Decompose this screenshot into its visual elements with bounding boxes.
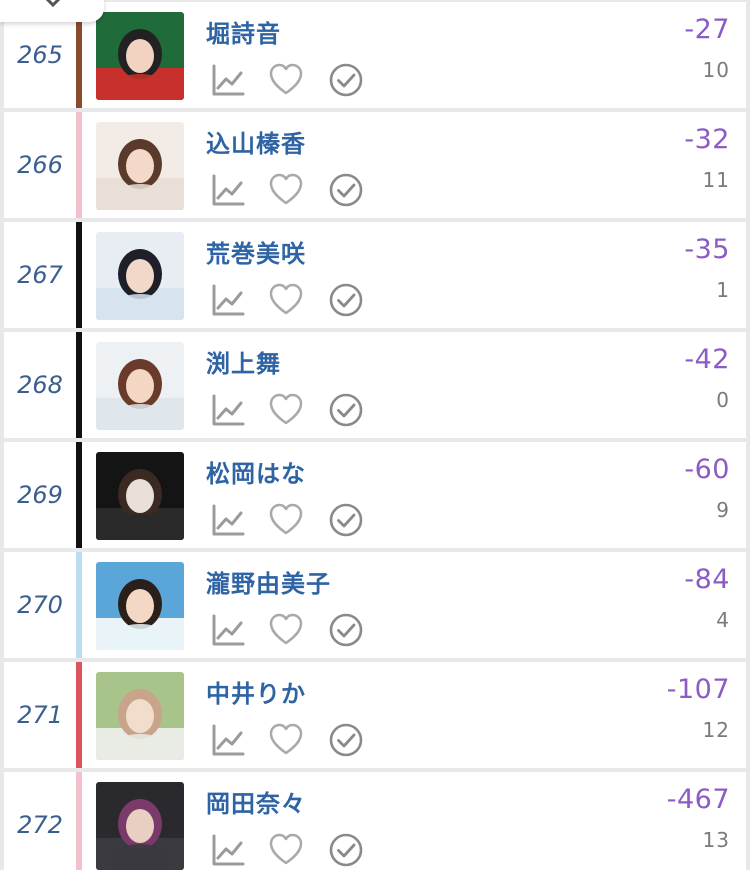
rank-number: 266 (17, 151, 63, 179)
check-circle-icon[interactable] (328, 62, 364, 98)
score-value: -42 (684, 344, 730, 375)
heart-icon[interactable] (268, 392, 304, 428)
ranking-row[interactable]: 267 荒巻美咲 -35 1 (4, 222, 746, 328)
member-photo[interactable] (96, 232, 184, 320)
member-photo[interactable] (96, 452, 184, 540)
vote-count: 13 (702, 828, 730, 852)
chart-icon[interactable] (210, 392, 246, 428)
vote-count: 4 (716, 608, 730, 632)
member-photo[interactable] (96, 672, 184, 760)
check-circle-icon[interactable] (328, 282, 364, 318)
vote-count: 12 (702, 718, 730, 742)
heart-icon[interactable] (268, 62, 304, 98)
chart-icon[interactable] (210, 502, 246, 538)
heart-icon[interactable] (268, 172, 304, 208)
check-circle-icon[interactable] (328, 172, 364, 208)
member-name[interactable]: 松岡はな (206, 454, 306, 489)
chart-icon[interactable] (210, 722, 246, 758)
chart-icon[interactable] (210, 172, 246, 208)
vote-count: 9 (716, 498, 730, 522)
ranking-list: 265 堀詩音 -27 10 266 込山榛香 -32 11 267 荒巻美咲 … (0, 0, 750, 870)
rank-number: 269 (17, 481, 63, 509)
ranking-row[interactable]: 265 堀詩音 -27 10 (4, 2, 746, 108)
member-photo[interactable] (96, 562, 184, 650)
team-color-bar (76, 662, 82, 768)
ranking-row[interactable]: 268 渕上舞 -42 0 (4, 332, 746, 438)
vote-count: 0 (716, 388, 730, 412)
heart-icon[interactable] (268, 282, 304, 318)
score-value: -467 (666, 784, 730, 815)
chart-icon[interactable] (210, 612, 246, 648)
score-value: -27 (684, 14, 730, 45)
check-circle-icon[interactable] (328, 392, 364, 428)
member-photo[interactable] (96, 342, 184, 430)
ranking-row[interactable]: 272 岡田奈々 -467 13 (4, 772, 746, 870)
rank-number: 271 (17, 701, 63, 729)
rank-number: 270 (17, 591, 63, 619)
chart-icon[interactable] (210, 282, 246, 318)
close-tab[interactable] (0, 0, 104, 22)
team-color-bar (76, 222, 82, 328)
ranking-row[interactable]: 271 中井りか -107 12 (4, 662, 746, 768)
chart-icon[interactable] (210, 62, 246, 98)
chart-icon[interactable] (210, 832, 246, 868)
rank-number: 267 (17, 261, 63, 289)
score-value: -60 (684, 454, 730, 485)
check-circle-icon[interactable] (328, 612, 364, 648)
score-value: -32 (684, 124, 730, 155)
ranking-row[interactable]: 270 瀧野由美子 -84 4 (4, 552, 746, 658)
member-name[interactable]: 瀧野由美子 (206, 564, 331, 599)
check-circle-icon[interactable] (328, 722, 364, 758)
team-color-bar (76, 772, 82, 870)
team-color-bar (76, 552, 82, 658)
member-photo[interactable] (96, 12, 184, 100)
member-photo[interactable] (96, 782, 184, 870)
team-color-bar (76, 442, 82, 548)
member-name[interactable]: 岡田奈々 (206, 784, 306, 819)
ranking-row[interactable]: 269 松岡はな -60 9 (4, 442, 746, 548)
close-icon[interactable] (38, 0, 68, 16)
member-name[interactable]: 荒巻美咲 (206, 234, 306, 269)
heart-icon[interactable] (268, 722, 304, 758)
rank-number: 272 (17, 811, 63, 839)
heart-icon[interactable] (268, 612, 304, 648)
score-value: -84 (684, 564, 730, 595)
rank-number: 268 (17, 371, 63, 399)
score-value: -107 (666, 674, 730, 705)
team-color-bar (76, 332, 82, 438)
member-photo[interactable] (96, 122, 184, 210)
member-name[interactable]: 中井りか (206, 674, 306, 709)
vote-count: 11 (702, 168, 730, 192)
check-circle-icon[interactable] (328, 832, 364, 868)
score-value: -35 (684, 234, 730, 265)
member-name[interactable]: 堀詩音 (206, 14, 281, 49)
vote-count: 1 (716, 278, 730, 302)
member-name[interactable]: 渕上舞 (206, 344, 281, 379)
ranking-row[interactable]: 266 込山榛香 -32 11 (4, 112, 746, 218)
team-color-bar (76, 112, 82, 218)
member-name[interactable]: 込山榛香 (206, 124, 306, 159)
heart-icon[interactable] (268, 502, 304, 538)
vote-count: 10 (702, 58, 730, 82)
check-circle-icon[interactable] (328, 502, 364, 538)
heart-icon[interactable] (268, 832, 304, 868)
